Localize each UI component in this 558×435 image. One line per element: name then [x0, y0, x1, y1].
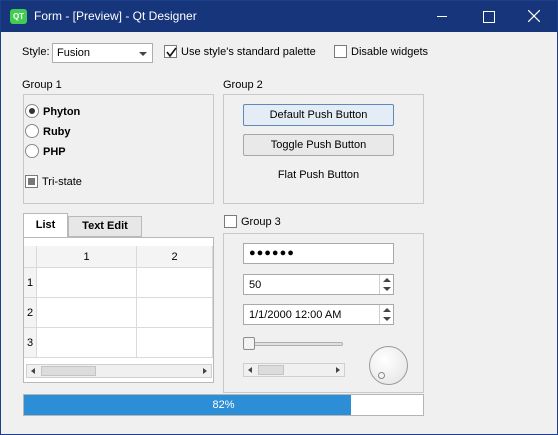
password-value: ●●●●●● — [249, 247, 295, 259]
default-push-button[interactable]: Default Push Button — [243, 104, 394, 126]
column-header-1[interactable]: 1 — [37, 246, 137, 268]
group3-horizontal-scrollbar[interactable] — [243, 363, 345, 377]
progress-bar: 82% — [23, 394, 424, 416]
title-bar: QT Form - [Preview] - Qt Designer — [1, 1, 557, 32]
datetime-value: 1/1/2000 12:00 AM — [249, 309, 342, 321]
flat-push-button[interactable]: Flat Push Button — [243, 169, 394, 181]
group2-title: Group 2 — [223, 79, 263, 91]
qt-designer-preview-window: QT Form - [Preview] - Qt Designer Style:… — [0, 0, 558, 435]
spin-up-icon[interactable] — [383, 278, 391, 282]
tab-text-edit[interactable]: Text Edit — [68, 216, 142, 237]
spin-up-icon[interactable] — [383, 308, 391, 312]
spin-down-icon[interactable] — [383, 287, 391, 291]
dial[interactable] — [369, 346, 408, 385]
window-title: Form - [Preview] - Qt Designer — [34, 9, 197, 23]
password-field[interactable]: ●●●●●● — [243, 243, 394, 264]
close-icon — [528, 10, 540, 22]
spin-down-icon[interactable] — [383, 317, 391, 321]
use-palette-checkbox[interactable] — [164, 45, 177, 58]
dial-indicator — [378, 372, 385, 379]
table-cell[interactable] — [137, 328, 213, 358]
spinbox-value: 50 — [249, 279, 262, 291]
scrollbar-thumb[interactable] — [258, 365, 284, 375]
table-cell[interactable] — [37, 268, 137, 298]
style-combobox-value: Fusion — [57, 47, 91, 59]
scroll-right-icon[interactable] — [203, 368, 207, 374]
table-cell[interactable] — [37, 328, 137, 358]
style-label: Style: — [22, 46, 50, 58]
close-button[interactable] — [511, 1, 557, 32]
table-cell[interactable] — [137, 268, 213, 298]
radio-php[interactable] — [25, 144, 39, 158]
progress-bar-label: 82% — [212, 399, 235, 411]
radio-phyton[interactable] — [25, 104, 39, 118]
group3-checkbox[interactable] — [224, 215, 237, 228]
row-header-2[interactable]: 2 — [24, 298, 37, 328]
column-header-2[interactable]: 2 — [137, 246, 213, 268]
row-header-3[interactable]: 3 — [24, 328, 37, 358]
scroll-left-icon[interactable] — [248, 367, 252, 373]
tristate-checkbox[interactable] — [25, 175, 38, 188]
toggle-push-button[interactable]: Toggle Push Button — [243, 134, 394, 156]
datetime-edit[interactable]: 1/1/2000 12:00 AM — [243, 304, 394, 325]
scroll-right-icon[interactable] — [336, 367, 340, 373]
scroll-left-icon[interactable] — [31, 368, 35, 374]
chevron-down-icon — [139, 52, 147, 56]
horizontal-slider-track[interactable] — [243, 342, 343, 346]
radio-ruby[interactable] — [25, 124, 39, 138]
horizontal-slider-handle[interactable] — [243, 337, 255, 350]
spinbox[interactable]: 50 — [243, 274, 394, 295]
radio-php-label: PHP — [43, 146, 66, 158]
tristate-label: Tri-state — [42, 176, 82, 188]
checkmark-icon — [166, 47, 177, 58]
datetime-arrows[interactable] — [379, 305, 393, 324]
scrollbar-thumb[interactable] — [41, 366, 96, 376]
row-header-1[interactable]: 1 — [24, 268, 37, 298]
table-horizontal-scrollbar[interactable] — [26, 364, 212, 378]
table-cell[interactable] — [137, 298, 213, 328]
radio-phyton-label: Phyton — [43, 106, 81, 118]
tab-list[interactable]: List — [23, 213, 68, 238]
maximize-button[interactable] — [465, 1, 511, 32]
style-combobox[interactable]: Fusion — [52, 43, 153, 63]
spinbox-arrows[interactable] — [379, 275, 393, 294]
table-corner — [24, 246, 37, 268]
list-table: 1 2 1 2 3 — [23, 237, 214, 383]
group1-title: Group 1 — [22, 79, 62, 91]
qt-logo-icon: QT — [10, 9, 27, 24]
table-cell[interactable] — [37, 298, 137, 328]
disable-widgets-label: Disable widgets — [351, 46, 429, 58]
minimize-button[interactable] — [419, 1, 465, 32]
use-palette-label: Use style's standard palette — [181, 46, 316, 58]
group3-title: Group 3 — [241, 216, 281, 228]
disable-widgets-checkbox[interactable] — [334, 45, 347, 58]
radio-ruby-label: Ruby — [43, 126, 71, 138]
